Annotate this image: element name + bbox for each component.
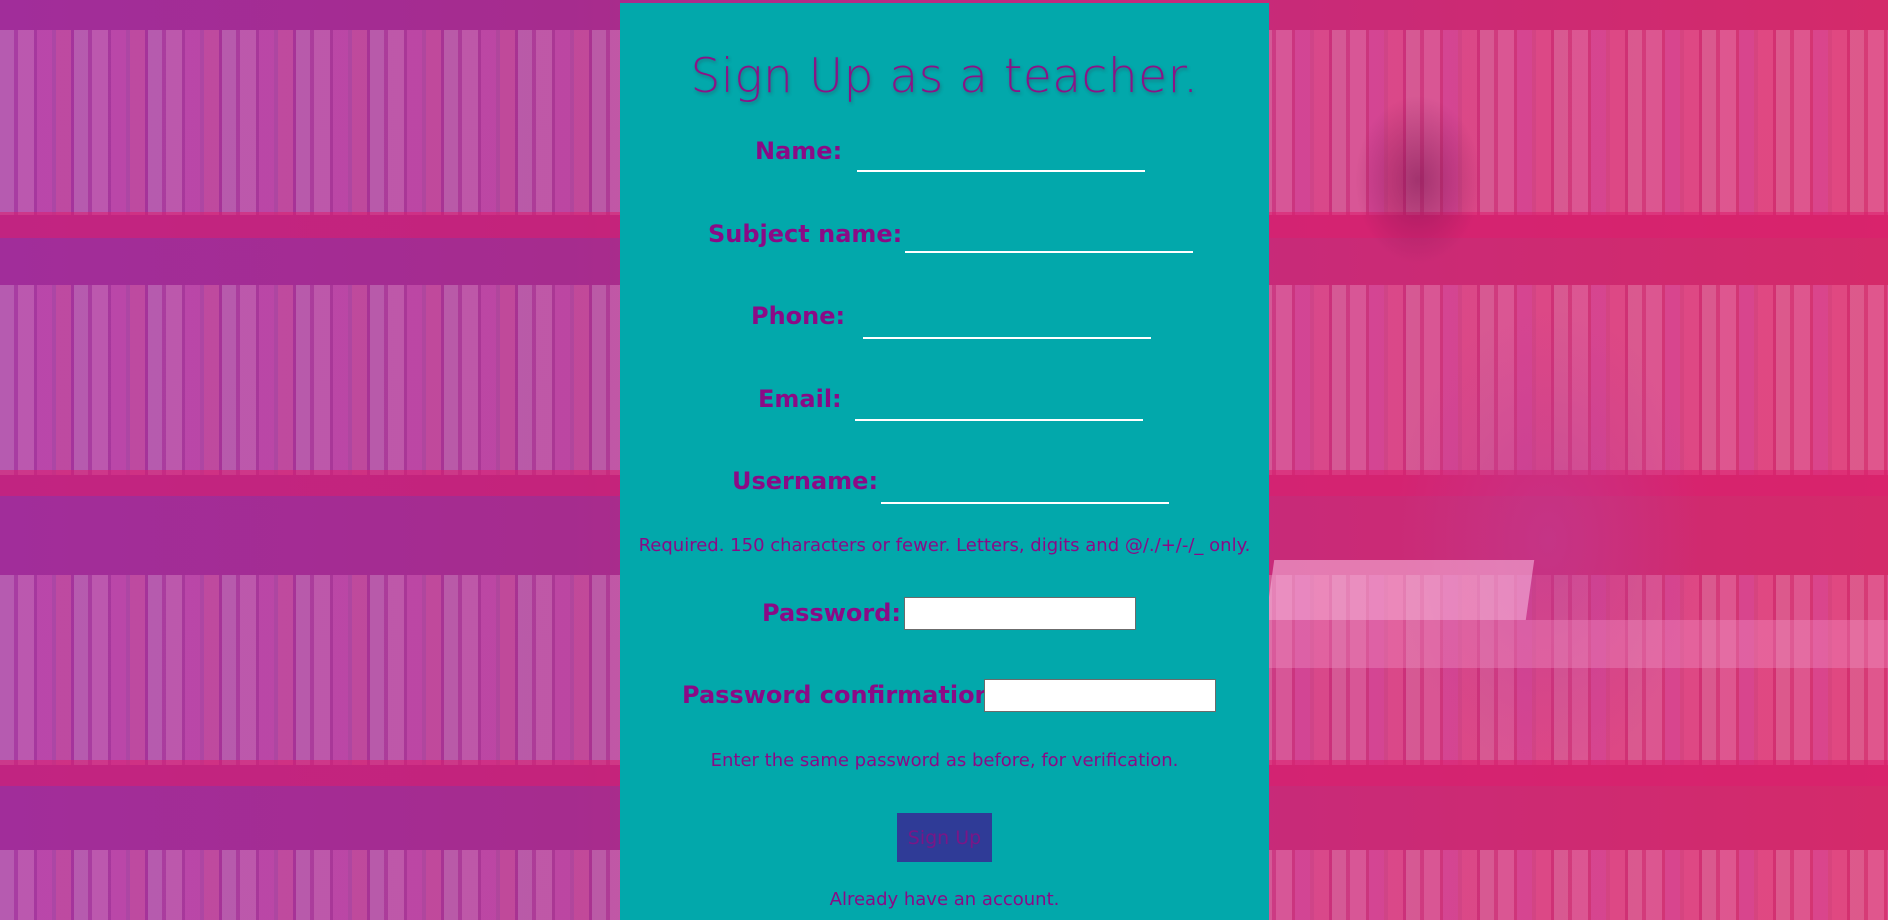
name-row: Name: bbox=[620, 137, 1269, 177]
subject-input[interactable] bbox=[905, 223, 1193, 253]
desk bbox=[1268, 620, 1888, 668]
signup-button[interactable]: Sign Up bbox=[897, 813, 992, 862]
email-input[interactable] bbox=[855, 391, 1143, 421]
phone-row: Phone: bbox=[620, 302, 1269, 342]
name-label: Name: bbox=[755, 137, 843, 165]
password-label: Password: bbox=[762, 599, 901, 627]
username-help-text: Required. 150 characters or fewer. Lette… bbox=[638, 535, 1251, 556]
email-label: Email: bbox=[758, 385, 842, 413]
phone-label: Phone: bbox=[751, 302, 846, 330]
subject-label: Subject name: bbox=[708, 220, 903, 248]
page-title: Sign Up as a teacher. bbox=[690, 49, 1199, 104]
username-label: Username: bbox=[732, 467, 879, 495]
password-confirm-label: Password confirmation: bbox=[682, 681, 1002, 709]
login-link[interactable]: Already have an account. bbox=[620, 889, 1269, 910]
signup-panel: Sign Up as a teacher. Name: Subject name… bbox=[620, 3, 1269, 920]
username-input[interactable] bbox=[881, 474, 1169, 504]
password-confirm-help-text: Enter the same password as before, for v… bbox=[710, 750, 1179, 771]
subject-row: Subject name: bbox=[620, 220, 1269, 260]
password-confirm-input[interactable] bbox=[984, 679, 1216, 712]
username-row: Username: bbox=[620, 467, 1269, 507]
password-row: Password: bbox=[620, 597, 1269, 637]
password-input[interactable] bbox=[904, 597, 1136, 630]
password-confirm-row: Password confirmation: bbox=[620, 679, 1269, 719]
name-input[interactable] bbox=[857, 142, 1145, 172]
email-row: Email: bbox=[620, 385, 1269, 425]
student-figure bbox=[1268, 70, 1788, 920]
open-book bbox=[1265, 560, 1535, 620]
phone-input[interactable] bbox=[863, 309, 1151, 339]
